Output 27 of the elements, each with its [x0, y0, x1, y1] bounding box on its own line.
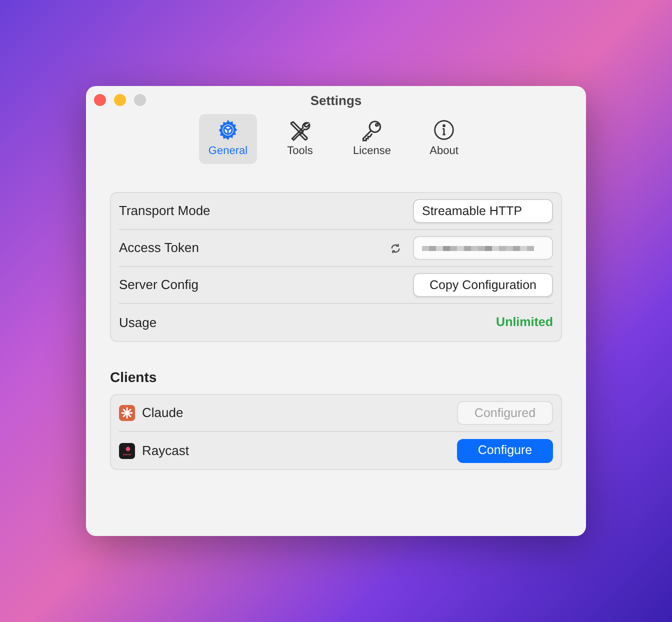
blurred-token-field[interactable]: [413, 236, 553, 260]
setting-label: Server Config: [119, 276, 198, 294]
toolbar-tab[interactable]: General: [199, 114, 257, 164]
refresh-icon[interactable]: [390, 242, 401, 254]
toolbar-tab[interactable]: About: [415, 114, 473, 164]
setting-label: Transport Mode: [119, 202, 210, 220]
zoom-button[interactable]: [134, 94, 146, 106]
app-icon: [119, 442, 135, 458]
gear-icon: [217, 119, 239, 141]
tools-icon: [288, 119, 312, 142]
close-button[interactable]: [94, 94, 106, 106]
section-heading: Clients: [110, 368, 158, 387]
info-icon: [433, 119, 455, 141]
setting-label: Access Token: [119, 239, 199, 258]
client-name: Raycast: [142, 442, 189, 460]
setting-label: Usage: [119, 314, 157, 332]
toolbar-tab[interactable]: Tools: [271, 114, 329, 164]
usage-status: Unlimited: [496, 314, 553, 332]
minimize-button[interactable]: [114, 94, 126, 106]
window-title: Settings: [310, 92, 362, 110]
configure-button[interactable]: Configure: [457, 438, 553, 462]
client-name: Claude: [142, 404, 184, 422]
copy-configuration-button[interactable]: Copy Configuration: [413, 273, 553, 297]
transport-mode-popup[interactable]: Streamable HTTP: [413, 199, 553, 223]
app-icon: [119, 405, 135, 421]
key-icon: [360, 119, 384, 142]
toolbar-tab[interactable]: License: [343, 114, 401, 164]
